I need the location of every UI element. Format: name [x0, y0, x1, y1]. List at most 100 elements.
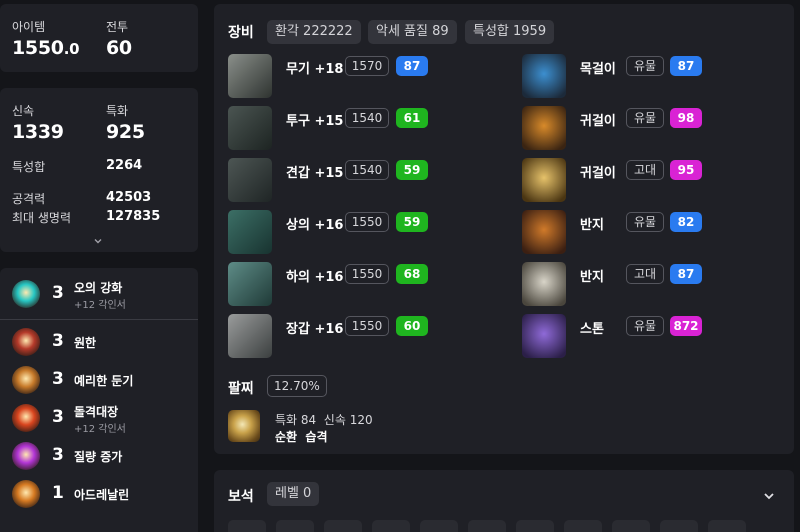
- gems-title: 보석: [228, 489, 254, 505]
- accessory-item[interactable]: 스톤 유물 872: [522, 314, 782, 360]
- accessory-grade: 유물: [626, 56, 664, 76]
- accessory-grade: 유물: [626, 108, 664, 128]
- chest-icon: [228, 210, 272, 254]
- armor-item-level: 1550: [345, 264, 389, 284]
- ring-icon: [522, 210, 566, 254]
- engraving-row[interactable]: 3 원한: [0, 324, 198, 358]
- accessory-item[interactable]: 반지 유물 82: [522, 210, 782, 256]
- armor-name: 투구 +15: [286, 114, 344, 129]
- gloves-icon: [228, 314, 272, 358]
- armor-item[interactable]: 투구 +15 1540 61: [228, 106, 488, 152]
- adrenaline-icon: [12, 480, 40, 508]
- tag-accessory-quality: 악세 품질 89: [368, 20, 457, 44]
- weapon-icon: [228, 54, 272, 98]
- engraving-level: 3: [52, 369, 64, 389]
- engraving-level: 3: [52, 331, 64, 351]
- gems-collapse-chevron-icon[interactable]: [762, 488, 776, 502]
- armor-item-level: 1540: [345, 108, 389, 128]
- ring-icon: [522, 262, 566, 306]
- bracelet-stats: 특화 84 신속 120: [275, 413, 373, 427]
- engraving-book: +12 각인서: [74, 300, 126, 311]
- accessory-name: 반지: [580, 270, 604, 285]
- swiftness-label: 신속: [12, 104, 35, 118]
- engraving-row[interactable]: 1 아드레날린: [0, 476, 198, 510]
- gem-slot[interactable]: [228, 520, 266, 532]
- specialization-value: 925: [106, 121, 145, 143]
- gem-slot[interactable]: [276, 520, 314, 532]
- shoulder-icon: [228, 158, 272, 202]
- armor-item[interactable]: 상의 +16 1550 59: [228, 210, 488, 256]
- raid-captain-icon: [12, 404, 40, 432]
- gems-panel: 보석 레벨 0: [214, 470, 794, 532]
- attack-value: 42503: [106, 190, 152, 205]
- bracelet-icon[interactable]: [228, 410, 260, 442]
- engraving-row[interactable]: 3 돌격대장 +12 각인서: [0, 400, 198, 435]
- attack-label: 공격력: [12, 192, 46, 206]
- engraving-name: 아드레날린: [74, 488, 130, 502]
- necklace-icon: [522, 54, 566, 98]
- bracelet-percent: 12.70%: [267, 375, 327, 397]
- armor-name: 무기 +18: [286, 62, 344, 77]
- armor-name: 장갑 +16: [286, 322, 344, 337]
- engravings-panel: 3 오의 강화 +12 각인서 3 원한 3 예리한 둔기 3 돌격대장 +12 각인서 3 질량 증…: [0, 268, 198, 532]
- quality-badge: 87: [670, 56, 702, 76]
- gem-slot[interactable]: [324, 520, 362, 532]
- combat-level-label: 전투: [106, 20, 129, 34]
- accessory-grade: 유물: [626, 212, 664, 232]
- armor-item[interactable]: 장갑 +16 1550 60: [228, 314, 488, 360]
- tag-stat-total: 특성합 1959: [465, 20, 555, 44]
- accessory-grade: 고대: [626, 160, 664, 180]
- armor-item-level: 1540: [345, 160, 389, 180]
- engraving-name: 예리한 둔기: [74, 374, 134, 388]
- engraving-level: 1: [52, 483, 64, 503]
- engraving-row[interactable]: 3 예리한 둔기: [0, 362, 198, 396]
- armor-item[interactable]: 하의 +16 1550 68: [228, 262, 488, 308]
- helmet-icon: [228, 106, 272, 150]
- engraving-name: 오의 강화: [74, 281, 123, 295]
- earring-icon: [522, 158, 566, 202]
- total-stat-value: 2264: [106, 158, 143, 173]
- quality-badge: 87: [396, 56, 428, 76]
- accessory-name: 귀걸이: [580, 114, 616, 129]
- gem-slot[interactable]: [708, 520, 746, 532]
- accessory-grade: 고대: [626, 264, 664, 284]
- accessory-item[interactable]: 귀걸이 고대 95: [522, 158, 782, 204]
- stone-icon: [522, 314, 566, 358]
- engraving-row[interactable]: 3 질량 증가: [0, 438, 198, 472]
- equipment-panel: 장비 환각 222222 악세 품질 89 특성합 1959 무기 +18 157…: [214, 4, 794, 454]
- gem-slot[interactable]: [660, 520, 698, 532]
- total-stat-label: 특성합: [12, 160, 46, 174]
- accessory-name: 스톤: [580, 322, 604, 337]
- accessory-item[interactable]: 목걸이 유물 87: [522, 54, 782, 100]
- engraving-level: 3: [52, 283, 64, 303]
- armor-item[interactable]: 무기 +18 1570 87: [228, 54, 488, 100]
- grudge-icon: [12, 328, 40, 356]
- expand-chevron-icon[interactable]: [92, 232, 104, 244]
- engraving-row[interactable]: 3 오의 강화 +12 각인서: [0, 276, 198, 312]
- max-hp-value: 127835: [106, 209, 161, 224]
- keen-blunt-icon: [12, 366, 40, 394]
- engraving-book: +12 각인서: [74, 424, 126, 435]
- accessory-grade: 유물: [626, 316, 664, 336]
- quality-badge: 60: [396, 316, 428, 336]
- quality-badge: 68: [396, 264, 428, 284]
- specialization-label: 특화: [106, 104, 129, 118]
- engraving-level: 3: [52, 407, 64, 427]
- gem-slot[interactable]: [420, 520, 458, 532]
- accessory-item[interactable]: 반지 고대 87: [522, 262, 782, 308]
- mass-increase-icon: [12, 442, 40, 470]
- quality-badge: 87: [670, 264, 702, 284]
- gem-slot[interactable]: [468, 520, 506, 532]
- gem-slot[interactable]: [516, 520, 554, 532]
- engraving-divider: [0, 319, 198, 320]
- gems-level-tag: 레벨 0: [267, 482, 320, 506]
- armor-item[interactable]: 견갑 +15 1540 59: [228, 158, 488, 204]
- pants-icon: [228, 262, 272, 306]
- gem-slot[interactable]: [564, 520, 602, 532]
- gem-slot[interactable]: [612, 520, 650, 532]
- combat-stats-panel: 신속 1339 특화 925 특성합 2264 공격력 42503 최대 생명력…: [0, 88, 198, 252]
- engraving-level: 3: [52, 445, 64, 465]
- armor-item-level: 1570: [345, 56, 389, 76]
- gem-slot[interactable]: [372, 520, 410, 532]
- accessory-item[interactable]: 귀걸이 유물 98: [522, 106, 782, 152]
